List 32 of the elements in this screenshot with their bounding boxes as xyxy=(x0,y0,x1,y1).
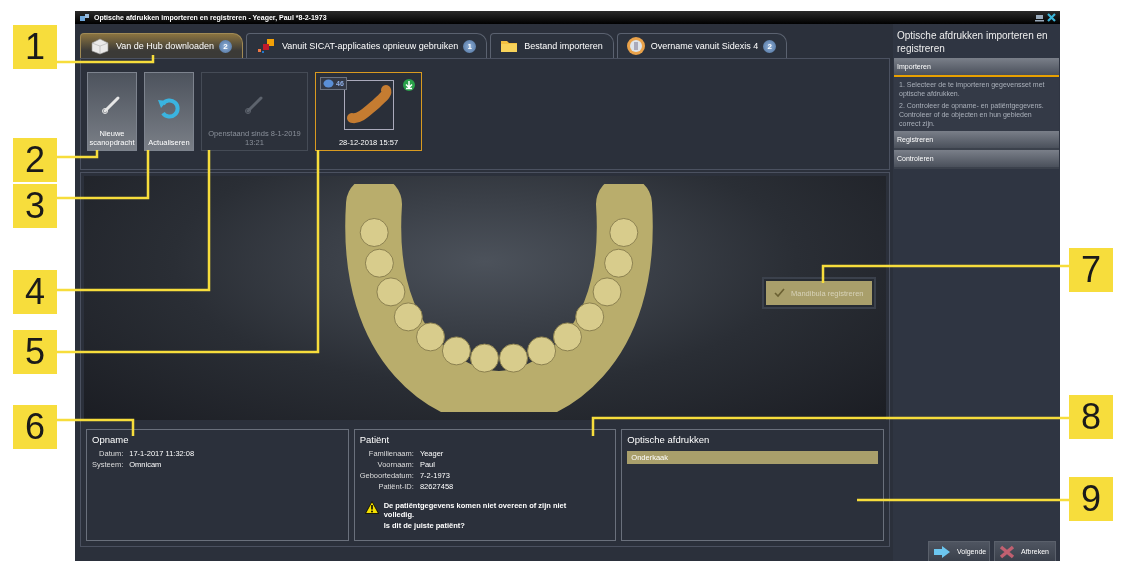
panel-title: Opname xyxy=(92,434,130,445)
callout-number: 5 xyxy=(13,330,57,374)
folder-icon xyxy=(499,38,520,54)
monitor-icon xyxy=(1035,13,1044,22)
panel-title: Patiënt xyxy=(359,434,391,445)
callout-number: 6 xyxy=(13,405,57,449)
app-icon xyxy=(79,13,91,22)
check-icon xyxy=(774,288,785,298)
close-icon xyxy=(1047,13,1056,22)
tab[interactable]: Overname vanuit Sidexis 4 2 xyxy=(616,33,788,58)
callout-number: 3 xyxy=(13,184,57,228)
count-badge: 1 xyxy=(463,39,477,53)
panel-title: Optische afdrukken xyxy=(627,434,711,445)
callout-number: 8 xyxy=(1069,395,1113,439)
refresh-icon xyxy=(157,96,181,120)
callout-number: 4 xyxy=(13,270,57,314)
count-badge: 2 xyxy=(218,39,232,53)
cross-icon xyxy=(999,544,1015,559)
arrow-right-icon xyxy=(933,544,951,559)
tab[interactable]: Vanuit SICAT-applicaties opnieuw gebruiken 1 xyxy=(245,33,488,58)
panel-title: Optische afdrukken importeren en registreren xyxy=(896,29,1049,56)
callout-number: 9 xyxy=(1069,477,1113,521)
warning-icon xyxy=(364,501,379,514)
download-icon xyxy=(403,79,415,91)
impression-thumbnail xyxy=(343,80,394,130)
cube-icon xyxy=(89,37,111,55)
callout-number: 1 xyxy=(13,25,57,69)
callout-number: 7 xyxy=(1069,248,1113,292)
tab[interactable]: Bestand importeren xyxy=(490,33,614,58)
callout-number: 2 xyxy=(13,138,57,182)
count-badge: 2 xyxy=(763,39,777,53)
tab[interactable]: Van de Hub downloaden 2 xyxy=(80,33,243,58)
